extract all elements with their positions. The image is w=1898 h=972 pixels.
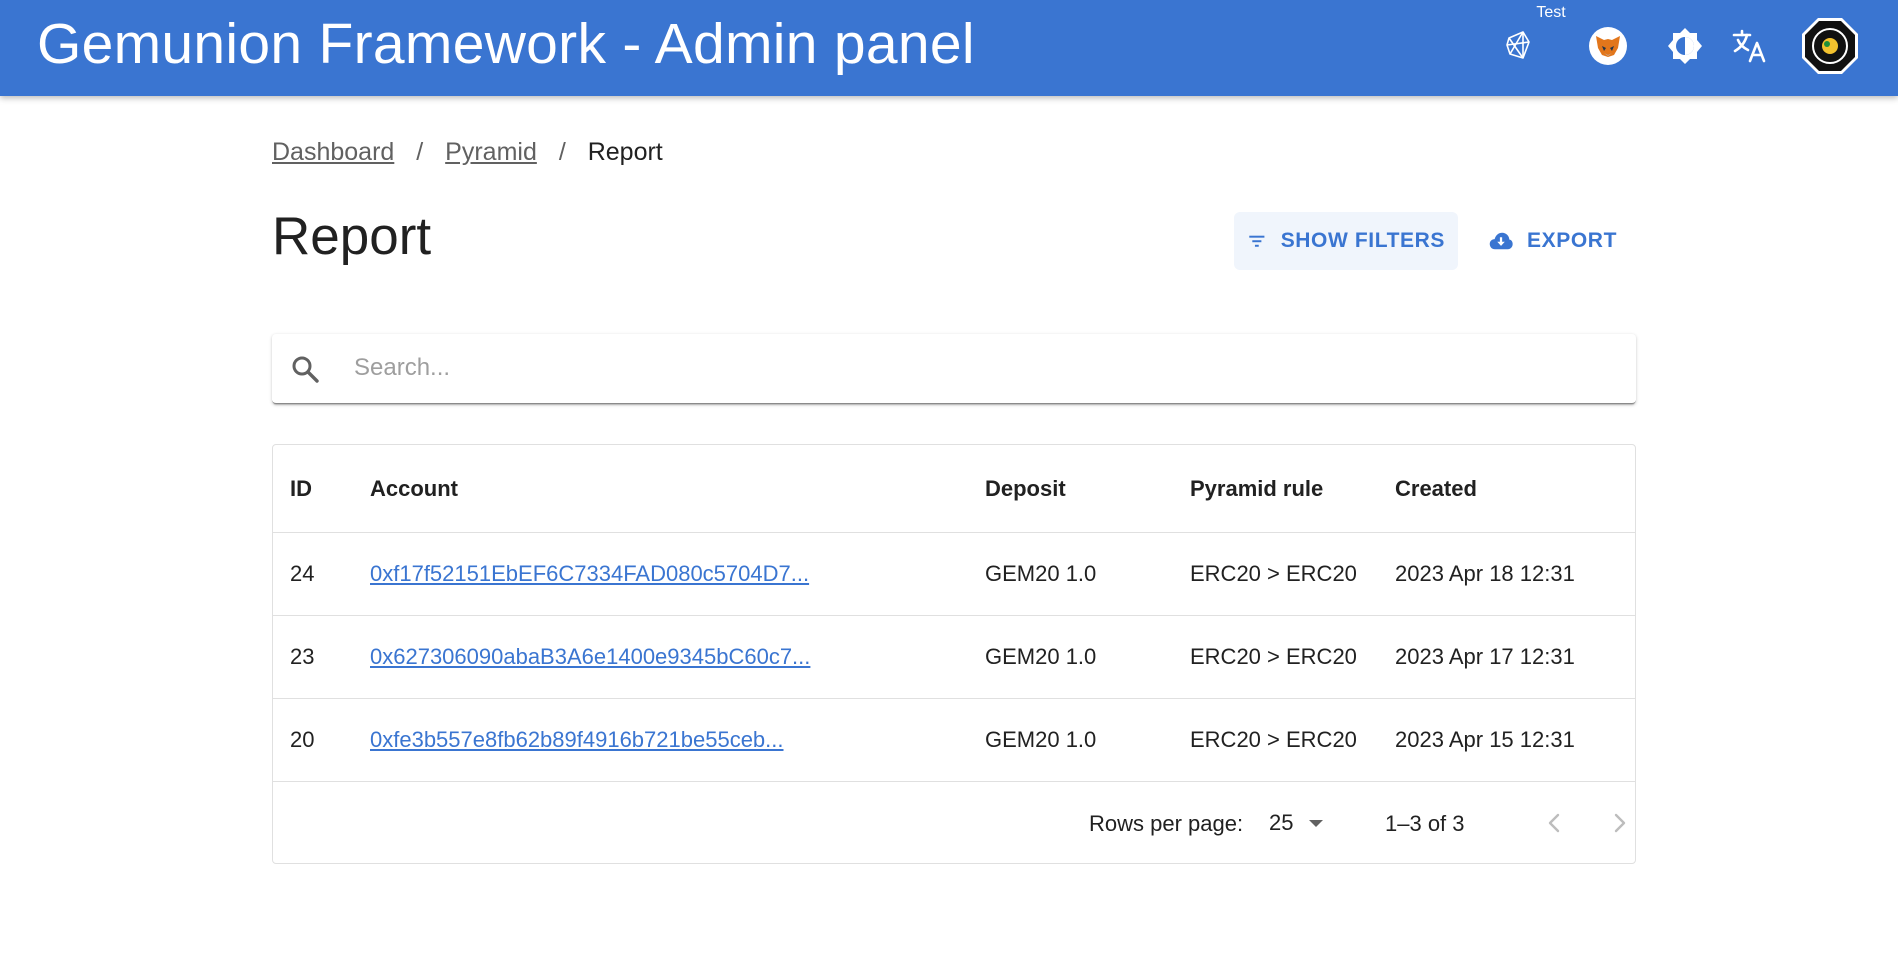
- search-input[interactable]: [354, 334, 1614, 402]
- cell-created: 2023 Apr 17 12:31: [1395, 644, 1575, 669]
- breadcrumb: Dashboard / Pyramid / Report: [272, 138, 663, 167]
- rows-per-page-select[interactable]: 25: [1269, 807, 1324, 839]
- breadcrumb-dashboard[interactable]: Dashboard: [272, 138, 394, 166]
- cell-account: 0xfe3b557e8fb62b89f4916b721be55ceb...: [370, 699, 784, 781]
- avatar[interactable]: [1800, 16, 1860, 76]
- cloud-download-icon: [1489, 232, 1513, 250]
- table-row[interactable]: 23 0x627306090abaB3A6e1400e9345bC60c7...…: [273, 616, 1635, 699]
- column-header-account[interactable]: Account: [370, 445, 458, 532]
- cell-deposit: GEM20 1.0: [985, 644, 1097, 669]
- table-row[interactable]: 20 0xfe3b557e8fb62b89f4916b721be55ceb...…: [273, 699, 1635, 782]
- next-page-button[interactable]: [1599, 803, 1639, 843]
- export-button[interactable]: EXPORT: [1476, 212, 1630, 270]
- cell-deposit: GEM20 1.0: [985, 561, 1097, 586]
- cell-pyramid-rule: ERC20 > ERC20: [1190, 644, 1357, 669]
- cell-account: 0x627306090abaB3A6e1400e9345bC60c7...: [370, 616, 810, 698]
- dropdown-caret-icon: [1309, 819, 1324, 827]
- table-footer: Rows per page: 25 1–3 of 3: [273, 783, 1635, 863]
- metamask-icon[interactable]: [1584, 22, 1632, 70]
- app-title: Gemunion Framework - Admin panel: [37, 12, 975, 76]
- show-filters-button[interactable]: SHOW FILTERS: [1234, 212, 1458, 270]
- show-filters-label: SHOW FILTERS: [1280, 229, 1445, 252]
- column-header-id[interactable]: ID: [290, 445, 312, 532]
- table-row[interactable]: 24 0xf17f52151EbEF6C7334FAD080c5704D7...…: [273, 533, 1635, 616]
- account-link[interactable]: 0xfe3b557e8fb62b89f4916b721be55ceb...: [370, 727, 784, 753]
- cell-deposit: GEM20 1.0: [985, 727, 1097, 752]
- table-header-row: ID Account Deposit Pyramid rule Created: [273, 445, 1635, 533]
- cell-id: 24: [290, 561, 315, 586]
- column-header-pyramid-rule[interactable]: Pyramid rule: [1190, 445, 1323, 532]
- previous-page-button[interactable]: [1535, 803, 1575, 843]
- network-icon[interactable]: [1495, 22, 1543, 70]
- chevron-left-icon: [1548, 813, 1560, 833]
- app-bar: Gemunion Framework - Admin panel Test: [0, 0, 1898, 96]
- cell-pyramid-rule: ERC20 > ERC20: [1190, 561, 1357, 586]
- chevron-right-icon: [1614, 813, 1626, 833]
- column-header-deposit[interactable]: Deposit: [985, 445, 1066, 532]
- column-header-created[interactable]: Created: [1395, 445, 1477, 532]
- account-link[interactable]: 0x627306090abaB3A6e1400e9345bC60c7...: [370, 644, 810, 670]
- rows-per-page-label: Rows per page:: [1089, 811, 1244, 836]
- cell-id: 20: [290, 727, 315, 752]
- cell-created: 2023 Apr 18 12:31: [1395, 561, 1575, 586]
- page-title: Report: [272, 207, 432, 266]
- account-link[interactable]: 0xf17f52151EbEF6C7334FAD080c5704D7...: [370, 561, 809, 587]
- breadcrumb-separator: /: [558, 138, 566, 166]
- rows-per-page-value: 25: [1269, 810, 1294, 835]
- pagination-range: 1–3 of 3: [1385, 811, 1465, 836]
- breadcrumb-separator: /: [416, 138, 424, 166]
- filter-icon: [1249, 235, 1265, 247]
- cell-created: 2023 Apr 15 12:31: [1395, 727, 1575, 752]
- search-box: [272, 334, 1636, 404]
- cell-id: 23: [290, 644, 315, 669]
- export-label: EXPORT: [1527, 229, 1617, 252]
- report-table: ID Account Deposit Pyramid rule Created …: [272, 444, 1636, 864]
- search-icon: [292, 356, 319, 383]
- breadcrumb-pyramid[interactable]: Pyramid: [445, 138, 537, 166]
- breadcrumb-current: Report: [587, 138, 663, 166]
- network-label: Test: [1536, 4, 1566, 21]
- cell-pyramid-rule: ERC20 > ERC20: [1190, 727, 1357, 752]
- cell-account: 0xf17f52151EbEF6C7334FAD080c5704D7...: [370, 533, 809, 615]
- translate-icon[interactable]: [1726, 22, 1774, 70]
- theme-toggle-icon[interactable]: [1661, 22, 1709, 70]
